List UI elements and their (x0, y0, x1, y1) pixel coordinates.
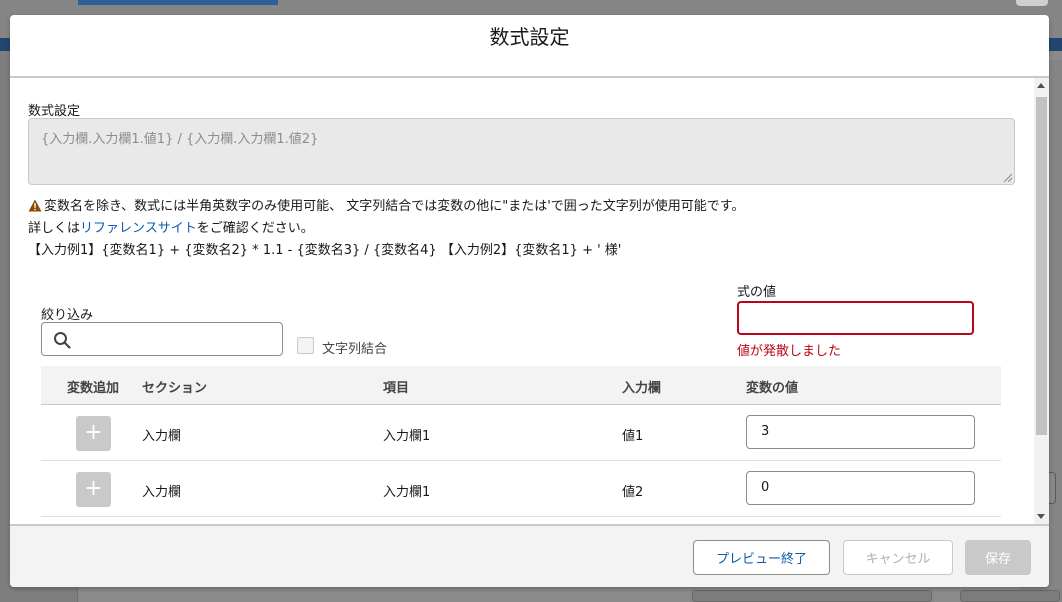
formula-examples: 【入力例1】{変数名1} + {変数名2} * 1.1 - {変数名3} / {… (28, 243, 622, 258)
formula-value-input[interactable] (737, 301, 974, 335)
scroll-down-icon[interactable] (1037, 514, 1045, 519)
variables-table: 変数追加 セクション 項目 入力欄 変数の値 + 入力欄 入力欄1 値1 3 +… (41, 366, 1001, 517)
formula-help-reference: 詳しくはリファレンスサイトをご確認ください。 (28, 217, 314, 236)
add-variable-button[interactable]: + (76, 472, 111, 507)
header-input-field: 入力欄 (622, 381, 662, 396)
scroll-up-icon[interactable] (1037, 83, 1045, 88)
background-bottom-control (960, 590, 1060, 602)
modal-header: 数式設定 (10, 15, 1049, 78)
header-variable-value: 変数の値 (746, 381, 799, 396)
background-close-tab (1016, 0, 1048, 6)
reference-suffix: をご確認ください。 (196, 221, 314, 236)
row-item: 入力欄1 (383, 429, 431, 444)
table-row: + 入力欄 入力欄1 値2 0 (41, 461, 1001, 517)
add-variable-button[interactable]: + (76, 416, 111, 451)
reference-prefix: 詳しくは (28, 221, 81, 236)
variable-value-input[interactable]: 3 (746, 415, 975, 449)
formula-label: 数式設定 (28, 104, 81, 119)
background-active-tab (78, 0, 278, 5)
background-bottom-control (692, 590, 932, 602)
filter-label: 絞り込み (41, 308, 94, 323)
formula-textarea[interactable]: {入力欄.入力欄1.値1} / {入力欄.入力欄1.値2} (28, 118, 1015, 185)
scrollbar-thumb[interactable] (1036, 97, 1047, 435)
header-item: 項目 (383, 381, 410, 396)
search-icon (54, 332, 71, 349)
formula-text: {入力欄.入力欄1.値1} / {入力欄.入力欄1.値2} (41, 132, 319, 147)
row-field: 値2 (622, 485, 644, 500)
warning-text: 変数名を除き、数式には半角英数字のみ使用可能、 文字列結合では変数の他に"または… (44, 199, 745, 214)
table-header: 変数追加 セクション 項目 入力欄 変数の値 (41, 366, 1001, 405)
cancel-button[interactable]: キャンセル (843, 540, 953, 575)
table-row: + 入力欄 入力欄1 値1 3 (41, 405, 1001, 461)
modal-footer: プレビュー終了 キャンセル 保存 (10, 524, 1049, 587)
modal-title: 数式設定 (489, 25, 570, 50)
filter-search-input[interactable] (41, 322, 283, 356)
resize-grip-icon[interactable] (1003, 173, 1012, 182)
modal-scrollbar[interactable] (1034, 78, 1049, 524)
string-concat-checkbox[interactable] (297, 337, 314, 354)
warning-icon (28, 199, 42, 212)
formula-value-label: 式の値 (737, 285, 777, 300)
row-section: 入力欄 (142, 429, 182, 444)
reference-site-link[interactable]: リファレンスサイト (80, 221, 197, 236)
end-preview-button[interactable]: プレビュー終了 (693, 540, 830, 575)
save-button[interactable]: 保存 (965, 540, 1031, 575)
formula-help-warning: 変数名を除き、数式には半角英数字のみ使用可能、 文字列結合では変数の他に"または… (28, 195, 744, 214)
row-item: 入力欄1 (383, 485, 431, 500)
variable-value-input[interactable]: 0 (746, 471, 975, 505)
modal-body: 数式設定 {入力欄.入力欄1.値1} / {入力欄.入力欄1.値2} 変数名を除… (10, 78, 1049, 524)
header-add-variable: 変数追加 (67, 381, 120, 396)
row-section: 入力欄 (142, 485, 182, 500)
header-section: セクション (142, 381, 208, 396)
row-field: 値1 (622, 429, 644, 444)
formula-settings-modal: 数式設定 数式設定 {入力欄.入力欄1.値1} / {入力欄.入力欄1.値2} … (10, 15, 1049, 587)
string-concat-label: 文字列結合 (322, 342, 388, 357)
formula-value-error: 値が発散しました (737, 344, 842, 359)
